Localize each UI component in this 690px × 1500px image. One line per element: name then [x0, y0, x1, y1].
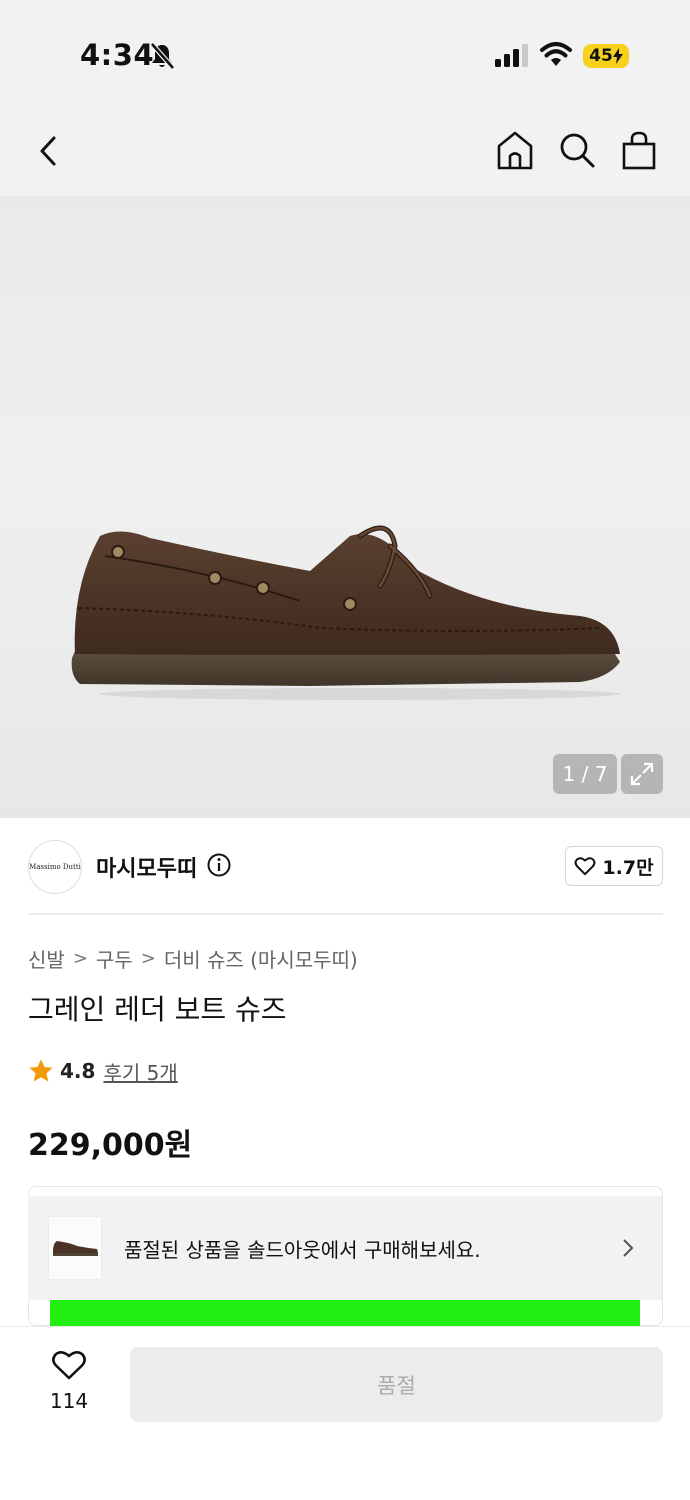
breadcrumb-item-dress-shoes[interactable]: 구두	[96, 944, 133, 973]
back-button[interactable]	[30, 130, 70, 172]
soldout-thumbnail	[48, 1216, 102, 1280]
rating-row: 4.8 후기 5개	[28, 1056, 178, 1086]
sold-out-button[interactable]: 품절	[130, 1347, 663, 1422]
cellular-signal-icon	[495, 44, 528, 67]
review-link[interactable]: 후기 5개	[103, 1057, 177, 1086]
bell-slash-icon	[150, 42, 175, 70]
product-page: 4:34 45 1 / 7 Massimo Dutti 마시모두띠 1.7만 신…	[0, 0, 690, 1500]
bottom-action-bar: 114 품절	[0, 1326, 690, 1500]
chevron-right-icon	[623, 1239, 634, 1257]
breadcrumb: 신발 > 구두 > 더비 슈즈 (마시모두띠)	[28, 943, 358, 973]
wishlist-button[interactable]: 114	[40, 1349, 98, 1421]
brand-like-count: 1.7만	[602, 856, 654, 879]
breadcrumb-item-shoes[interactable]: 신발	[28, 944, 65, 973]
chevron-right-icon: >	[72, 947, 88, 969]
soldout-notice-text: 품절된 상품을 솔드아웃에서 구매해보세요.	[124, 1238, 481, 1262]
promo-banner[interactable]	[50, 1300, 640, 1326]
top-nav-bar	[0, 112, 690, 196]
expand-button[interactable]	[621, 754, 663, 794]
info-icon[interactable]	[207, 853, 231, 877]
battery-level: 45	[589, 46, 613, 66]
charging-bolt-icon	[612, 48, 623, 64]
chevron-right-icon: >	[140, 947, 156, 969]
heart-icon	[574, 857, 596, 876]
status-bar: 4:34 45	[0, 0, 690, 112]
breadcrumb-item-derby[interactable]: 더비 슈즈 (마시모두띠)	[164, 944, 358, 973]
product-title: 그레인 레더 보트 슈즈	[28, 993, 287, 1026]
heart-icon	[52, 1351, 86, 1380]
brand-name[interactable]: 마시모두띠	[96, 851, 197, 883]
wishlist-count: 114	[49, 1389, 89, 1413]
brand-like-button[interactable]: 1.7만	[565, 846, 663, 886]
product-price: 229,000원	[28, 1128, 193, 1163]
product-image-gallery[interactable]: 1 / 7	[0, 196, 690, 818]
battery-indicator: 45	[583, 44, 629, 68]
divider	[28, 913, 663, 915]
wifi-icon	[540, 42, 572, 66]
search-icon[interactable]	[557, 130, 597, 172]
star-icon	[29, 1059, 53, 1082]
image-counter: 1 / 7	[553, 754, 617, 794]
brand-row[interactable]: Massimo Dutti 마시모두띠 1.7만	[0, 818, 690, 916]
home-icon[interactable]	[495, 130, 535, 172]
soldout-notice[interactable]: 품절된 상품을 솔드아웃에서 구매해보세요.	[28, 1196, 662, 1300]
rating-value: 4.8	[60, 1059, 96, 1083]
expand-icon	[630, 762, 654, 786]
status-time: 4:34	[80, 38, 155, 72]
shoe-thumbnail-image	[53, 1241, 98, 1256]
brand-logo[interactable]: Massimo Dutti	[28, 840, 82, 894]
product-image	[71, 525, 621, 700]
shopping-bag-icon[interactable]	[619, 130, 659, 172]
